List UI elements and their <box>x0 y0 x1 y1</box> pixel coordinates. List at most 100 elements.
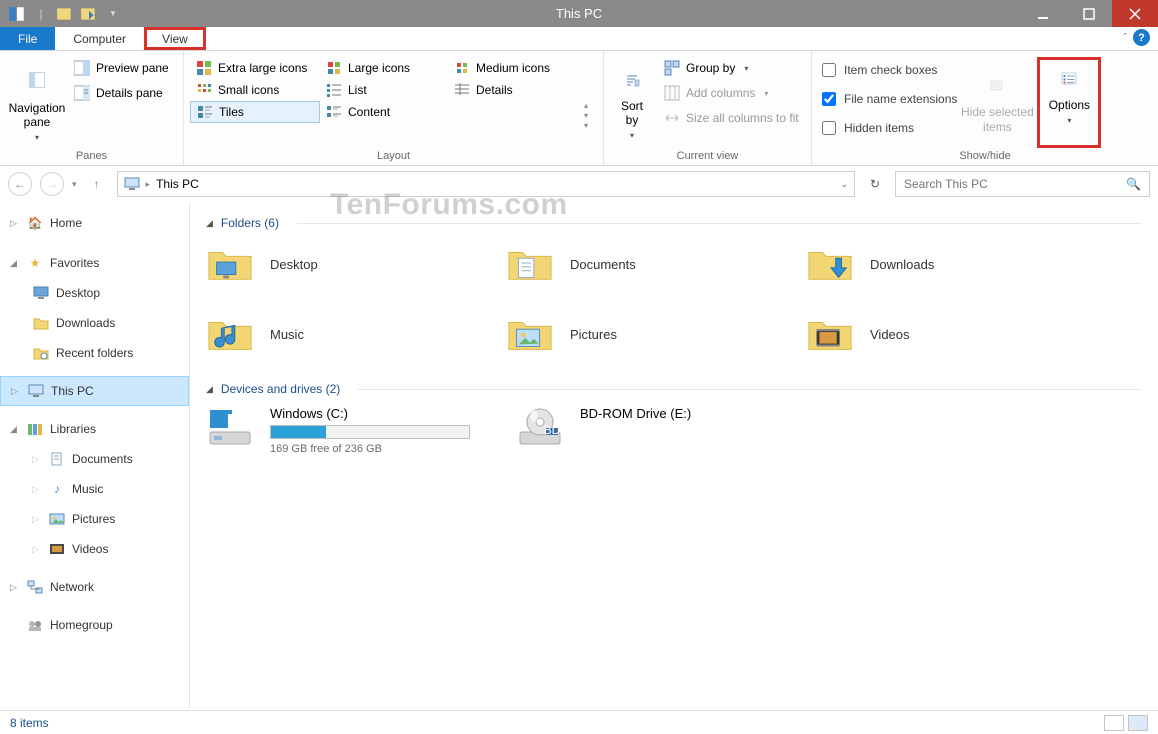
layout-scroll-down-icon[interactable]: ▾ <box>584 111 588 120</box>
expand-icon[interactable]: ▷ <box>10 218 20 229</box>
layout-expand-icon[interactable]: ▾ <box>584 121 588 130</box>
tree-favorites-recent[interactable]: Recent folders <box>0 338 189 368</box>
layout-small-icons[interactable]: Small icons <box>190 79 320 101</box>
layout-list[interactable]: List <box>320 79 448 101</box>
folder-icon <box>32 316 50 330</box>
this-pc-icon <box>27 384 45 398</box>
item-check-boxes-checkbox[interactable]: Item check boxes <box>822 57 957 83</box>
section-devices-header[interactable]: ◢ Devices and drives (2) <box>206 382 1142 396</box>
collapse-icon[interactable]: ◢ <box>10 424 20 435</box>
tree-libraries[interactable]: ◢Libraries <box>0 414 189 444</box>
hide-selected-icon <box>982 71 1012 101</box>
sort-by-button[interactable]: Sort by ▾ <box>610 55 654 150</box>
status-tiles-view-button[interactable] <box>1128 715 1148 731</box>
forward-button[interactable]: → <box>40 172 64 196</box>
tree-libraries-videos[interactable]: ▷Videos <box>0 534 189 564</box>
maximize-button[interactable] <box>1066 0 1112 27</box>
tab-computer[interactable]: Computer <box>55 27 144 50</box>
expand-icon[interactable]: ▷ <box>32 484 42 495</box>
options-button[interactable]: Options ▾ <box>1040 60 1098 129</box>
history-dropdown-icon[interactable]: ▾ <box>72 179 77 190</box>
details-icon <box>454 82 470 98</box>
add-columns-button[interactable]: Add columns▾ <box>658 82 805 104</box>
folder-desktop[interactable]: Desktop <box>206 240 506 288</box>
folder-documents[interactable]: Documents <box>506 240 806 288</box>
collapse-section-icon[interactable]: ◢ <box>206 218 213 229</box>
collapse-ribbon-icon[interactable]: ˆ <box>1123 32 1127 44</box>
layout-extra-large-icons[interactable]: Extra large icons <box>190 57 320 79</box>
minimize-button[interactable] <box>1020 0 1066 27</box>
breadcrumb-chevron-icon[interactable]: ▸ <box>146 179 151 190</box>
layout-scroll-up-icon[interactable]: ▴ <box>584 101 588 110</box>
qat-customize-dropdown-icon[interactable]: ▼ <box>104 6 122 22</box>
tree-favorites-desktop[interactable]: Desktop <box>0 278 189 308</box>
large-icons-icon <box>326 60 342 76</box>
address-bar[interactable]: ▸ This PC ⌄ <box>117 171 855 197</box>
downloads-folder-icon <box>806 240 854 288</box>
recent-folders-icon <box>32 346 50 360</box>
group-by-button[interactable]: Group by▾ <box>658 57 805 79</box>
expand-icon[interactable]: ▷ <box>11 386 21 397</box>
up-button[interactable]: ↑ <box>85 172 109 196</box>
tab-file[interactable]: File <box>0 27 55 50</box>
help-icon[interactable]: ? <box>1133 29 1150 46</box>
homegroup-icon <box>26 618 44 632</box>
ribbon-tabs: File Computer View ˆ ? <box>0 27 1158 51</box>
quick-access-toolbar: | ▼ <box>0 6 122 22</box>
add-columns-icon <box>664 85 680 101</box>
music-icon: ♪ <box>48 482 66 496</box>
folder-downloads[interactable]: Downloads <box>806 240 1106 288</box>
breadcrumb-location[interactable]: This PC <box>156 177 199 191</box>
tree-homegroup[interactable]: Homegroup <box>0 610 189 640</box>
drive-c-label: Windows (C:) <box>270 406 470 421</box>
section-folders-header[interactable]: ◢ Folders (6) <box>206 216 1142 230</box>
hidden-items-checkbox[interactable]: Hidden items <box>822 115 957 141</box>
collapse-section-icon[interactable]: ◢ <box>206 384 213 395</box>
close-button[interactable] <box>1112 0 1158 27</box>
layout-large-icons[interactable]: Large icons <box>320 57 448 79</box>
expand-icon[interactable]: ▷ <box>32 544 42 555</box>
layout-content[interactable]: Content <box>320 101 448 123</box>
tab-view[interactable]: View <box>144 27 206 50</box>
navigation-pane-button[interactable]: Navigation pane ▾ <box>6 55 68 150</box>
qat-new-folder-icon[interactable] <box>56 6 74 22</box>
tree-home[interactable]: ▷🏠Home <box>0 208 189 238</box>
group-by-icon <box>664 60 680 76</box>
tree-libraries-music[interactable]: ▷♪Music <box>0 474 189 504</box>
search-input[interactable] <box>904 177 1126 191</box>
qat-properties-icon[interactable] <box>8 6 26 22</box>
layout-details[interactable]: Details <box>448 79 576 101</box>
title-bar: | ▼ This PC <box>0 0 1158 27</box>
back-button[interactable]: ← <box>8 172 32 196</box>
file-name-extensions-checkbox[interactable]: File name extensions <box>822 86 957 112</box>
expand-icon[interactable]: ▷ <box>32 514 42 525</box>
window-title: This PC <box>556 6 602 21</box>
drive-c[interactable]: Windows (C:) 169 GB free of 236 GB <box>206 406 516 455</box>
tree-network[interactable]: ▷Network <box>0 572 189 602</box>
details-pane-button[interactable]: Details pane <box>68 82 175 104</box>
xl-icons-icon <box>196 60 212 76</box>
tree-favorites[interactable]: ◢★Favorites <box>0 248 189 278</box>
expand-icon[interactable]: ▷ <box>10 582 20 593</box>
folder-music[interactable]: Music <box>206 310 506 358</box>
size-columns-button[interactable]: Size all columns to fit <box>658 107 805 129</box>
layout-medium-icons[interactable]: Medium icons <box>448 57 576 79</box>
tree-this-pc[interactable]: ▷This PC <box>0 376 189 406</box>
folder-pictures[interactable]: Pictures <box>506 310 806 358</box>
refresh-button[interactable]: ↻ <box>863 171 887 197</box>
qat-undo-icon[interactable] <box>80 6 98 22</box>
expand-icon[interactable]: ▷ <box>32 454 42 465</box>
address-dropdown-icon[interactable]: ⌄ <box>840 179 848 190</box>
desktop-icon <box>32 286 50 300</box>
status-details-view-button[interactable] <box>1104 715 1124 731</box>
desktop-folder-icon <box>206 240 254 288</box>
layout-tiles[interactable]: Tiles <box>190 101 320 123</box>
tree-favorites-downloads[interactable]: Downloads <box>0 308 189 338</box>
folder-videos[interactable]: Videos <box>806 310 1106 358</box>
collapse-icon[interactable]: ◢ <box>10 258 20 269</box>
tree-libraries-documents[interactable]: ▷Documents <box>0 444 189 474</box>
preview-pane-button[interactable]: Preview pane <box>68 57 175 79</box>
search-box[interactable]: 🔍 <box>895 171 1150 197</box>
drive-e[interactable]: BD BD-ROM Drive (E:) <box>516 406 826 455</box>
tree-libraries-pictures[interactable]: ▷Pictures <box>0 504 189 534</box>
